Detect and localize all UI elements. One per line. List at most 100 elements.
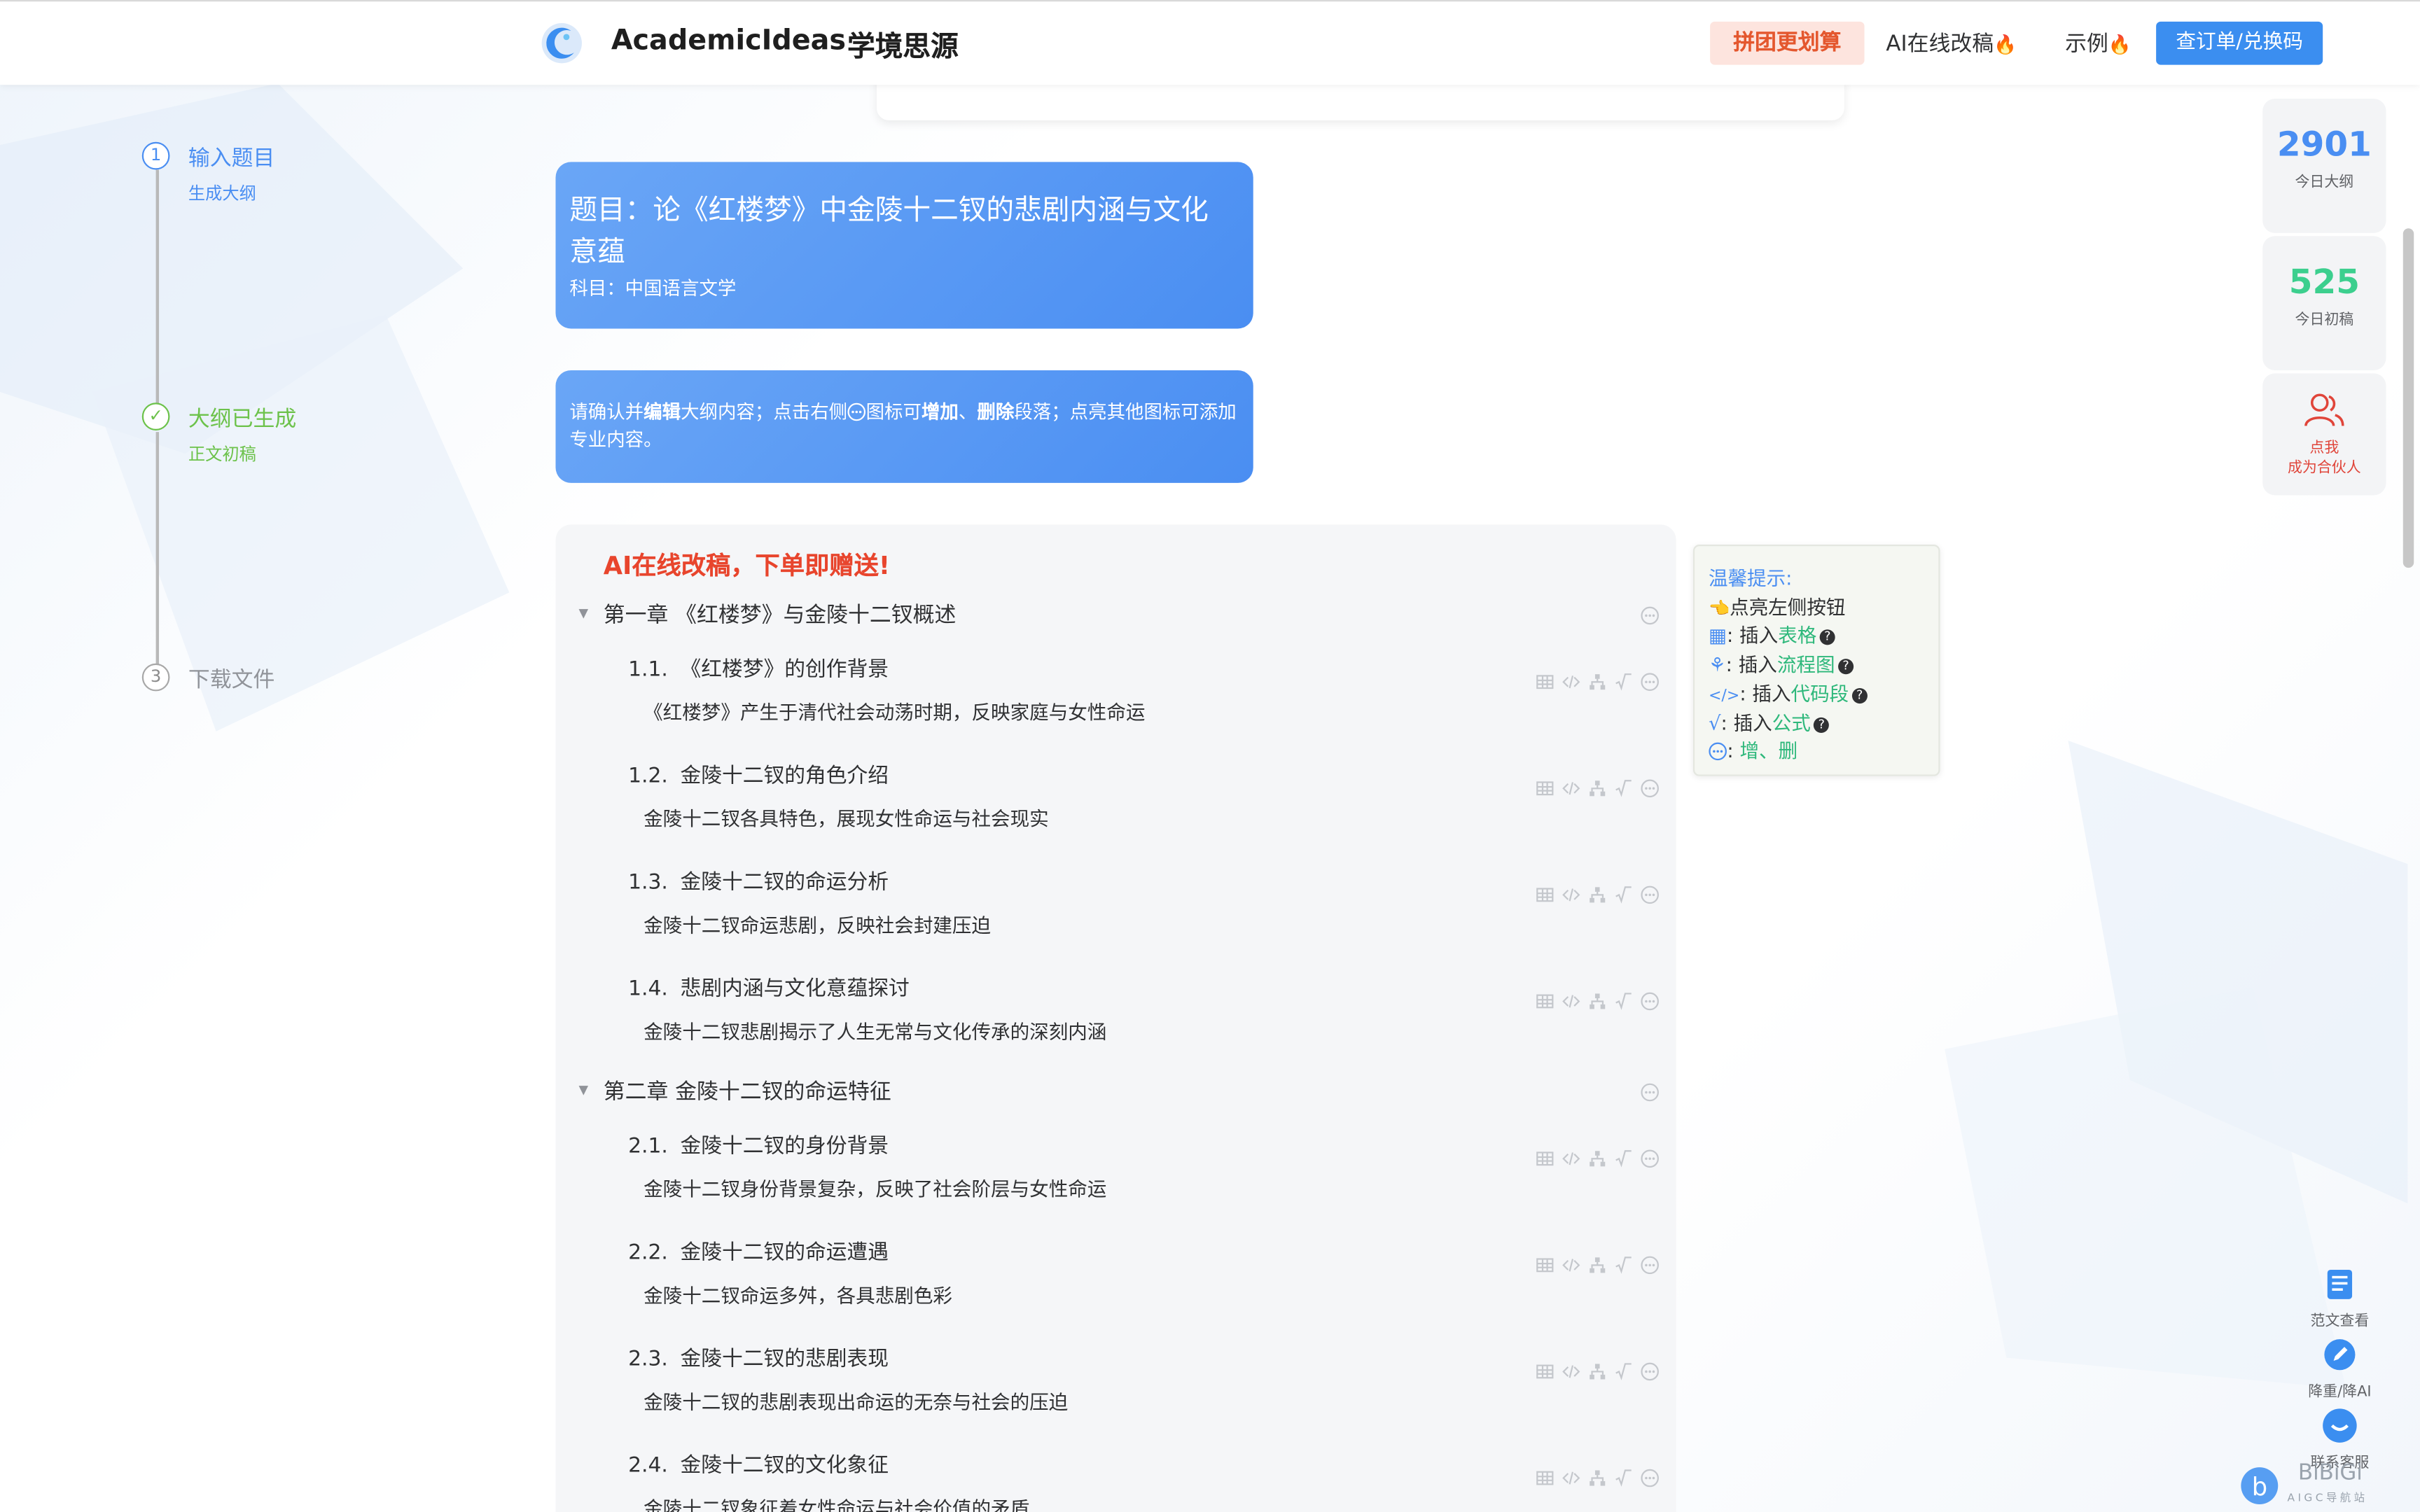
reduce-tool[interactable]: 降重/降AI (2303, 1336, 2377, 1401)
flowchart-icon[interactable] (1588, 1252, 1606, 1273)
section-description[interactable]: 金陵十二钗命运悲剧，反映社会封建压迫 (644, 909, 991, 938)
watermark-subtext: AIGC导航站 (2287, 1492, 2368, 1504)
promo-text[interactable]: AI在线改稿，下单即赠送! (604, 545, 890, 582)
flowchart-icon[interactable] (1588, 988, 1606, 1009)
help-icon[interactable]: ? (1814, 716, 1830, 732)
help-icon[interactable]: ? (1837, 658, 1854, 674)
section-title[interactable]: 1.4. 悲剧内涵与文化意蕴探讨 (628, 970, 910, 1001)
section-title-text: 金陵十二钗的身份背景 (680, 1134, 889, 1159)
flowchart-icon[interactable] (1588, 881, 1606, 903)
code-icon[interactable] (1562, 1464, 1580, 1485)
logo-icon[interactable] (540, 22, 583, 65)
table-icon[interactable] (1536, 1358, 1554, 1379)
brand-name-cn[interactable]: 学境思源 (847, 24, 959, 64)
stat-outlines: 2901 今日大纲 (2262, 99, 2386, 233)
flowchart-icon[interactable] (1588, 1144, 1606, 1167)
table-icon[interactable] (1536, 988, 1554, 1009)
chapter-title[interactable]: 第一章 《红楼梦》与金陵十二钗概述 (604, 598, 957, 629)
code-icon: </> (1708, 688, 1740, 706)
table-icon[interactable] (1536, 881, 1554, 902)
code-icon[interactable] (1562, 1252, 1580, 1272)
section-description[interactable]: 金陵十二钗悲剧揭示了人生无常与文化传承的深刻内涵 (644, 1015, 1106, 1044)
section-description[interactable]: 金陵十二钗象征着女性命运与社会价值的矛盾 (644, 1492, 1029, 1512)
section-tools (1536, 1356, 1662, 1381)
nav-examples[interactable]: 示例🔥 (2065, 28, 2132, 59)
formula-icon[interactable] (1614, 1144, 1632, 1168)
table-icon[interactable] (1536, 1464, 1554, 1485)
chapter-title[interactable]: 第二章 金陵十二钗的命运特征 (604, 1075, 891, 1106)
formula-icon[interactable] (1614, 668, 1632, 691)
more-icon[interactable] (1641, 1144, 1659, 1168)
brand-name[interactable]: AcademicIdeas (611, 24, 846, 57)
help-icon[interactable]: ? (1851, 687, 1868, 703)
more-icon[interactable] (1641, 1358, 1659, 1381)
code-icon[interactable] (1562, 881, 1580, 902)
formula-icon[interactable] (1614, 1252, 1632, 1274)
formula-icon[interactable] (1614, 1464, 1632, 1487)
section-title[interactable]: 1.2. 金陵十二钗的角色介绍 (628, 757, 889, 788)
table-icon[interactable] (1536, 774, 1554, 796)
section-title[interactable]: 2.3. 金陵十二钗的悲剧表现 (628, 1340, 889, 1371)
formula-icon[interactable] (1614, 1358, 1632, 1380)
flowchart-icon[interactable] (1588, 774, 1606, 797)
flowchart-icon[interactable] (1588, 1464, 1606, 1486)
group-buy-button[interactable]: 拼团更划算 (1710, 21, 1865, 65)
step-3-title[interactable]: 下载文件 (188, 664, 274, 694)
help-icon[interactable]: ? (1819, 629, 1835, 645)
partner-button[interactable]: 点我 成为合伙人 (2262, 373, 2386, 496)
more-icon[interactable] (1641, 988, 1659, 1011)
section-description[interactable]: 《红楼梦》产生于清代社会动荡时期，反映家庭与女性命运 (644, 696, 1145, 725)
collapse-caret-icon[interactable]: ▼ (579, 1083, 589, 1097)
section-description[interactable]: 金陵十二钗身份背景复杂，反映了社会阶层与女性命运 (644, 1172, 1106, 1202)
step-1-title[interactable]: 输入题目 (188, 142, 274, 173)
more-icon[interactable] (1641, 774, 1659, 798)
tips-box: 温馨提示: 👈点亮左侧按钮 ▦: 插入表格? ⚘: 插入流程图? </>: 插入… (1692, 545, 1940, 776)
more-icon[interactable] (1641, 1252, 1659, 1275)
flowchart-icon[interactable] (1588, 1358, 1606, 1380)
section-description[interactable]: 金陵十二钗的悲剧表现出命运的无奈与社会的压迫 (644, 1385, 1068, 1415)
fire-icon: 🔥 (1994, 34, 2017, 56)
formula-icon[interactable] (1614, 774, 1632, 797)
step-2-title[interactable]: 大纲已生成 (188, 402, 296, 433)
tips-colon: : (1725, 652, 1732, 676)
code-icon[interactable] (1562, 774, 1580, 795)
partner-line-2: 成为合伙人 (2287, 459, 2361, 477)
section-title[interactable]: 2.4. 金陵十二钗的文化象征 (628, 1447, 889, 1478)
hint-bold: 增加 (921, 401, 959, 423)
section-description[interactable]: 金陵十二钗各具特色，展现女性命运与社会现实 (644, 802, 1049, 832)
more-icon[interactable] (1641, 881, 1659, 904)
table-icon[interactable] (1536, 1252, 1554, 1273)
scrollbar[interactable] (2402, 228, 2414, 568)
fire-icon: 🔥 (2108, 34, 2132, 56)
section-title[interactable]: 2.2. 金陵十二钗的命运遭遇 (628, 1234, 889, 1265)
section-number: 1.2. (628, 764, 668, 789)
collapse-caret-icon[interactable]: ▼ (579, 606, 589, 620)
more-icon[interactable] (1641, 668, 1659, 691)
section-description[interactable]: 金陵十二钗命运多舛，各具悲剧色彩 (644, 1279, 952, 1308)
section-title[interactable]: 1.3. 金陵十二钗的命运分析 (628, 864, 889, 895)
formula-icon[interactable] (1614, 988, 1632, 1010)
table-icon[interactable] (1536, 668, 1554, 690)
step-1-sub: 生成大纲 (188, 183, 256, 204)
nav-ai-revise-label: AI在线改稿 (1886, 32, 1994, 57)
topic-title: 题目：论《红楼梦》中金陵十二钗的悲剧内涵与文化意蕴 (569, 194, 1209, 269)
more-icon[interactable] (1641, 1464, 1659, 1488)
section-title[interactable]: 2.1. 金陵十二钗的身份背景 (628, 1128, 889, 1158)
flowchart-icon[interactable] (1588, 668, 1606, 690)
check-order-button[interactable]: 查订单/兑换码 (2156, 21, 2323, 65)
code-icon[interactable] (1562, 988, 1580, 1008)
stat-drafts-number: 525 (2288, 263, 2360, 303)
code-icon[interactable] (1562, 1144, 1580, 1166)
more-icon[interactable] (1641, 602, 1659, 625)
section-title[interactable]: 1.1. 《红楼梦》的创作背景 (628, 651, 889, 682)
tips-colon: : (1739, 682, 1746, 706)
more-icon[interactable] (1641, 1079, 1659, 1102)
code-icon[interactable] (1562, 668, 1580, 689)
tips-line-formula: √: 插入公式? (1709, 706, 1830, 736)
table-icon[interactable] (1536, 1144, 1554, 1166)
tips-line-press: 👈点亮左侧按钮 (1709, 591, 1846, 620)
code-icon[interactable] (1562, 1358, 1580, 1378)
nav-ai-revise[interactable]: AI在线改稿🔥 (1886, 28, 2017, 59)
samples-tool[interactable]: 范文查看 (2303, 1265, 2377, 1330)
formula-icon[interactable] (1614, 881, 1632, 904)
